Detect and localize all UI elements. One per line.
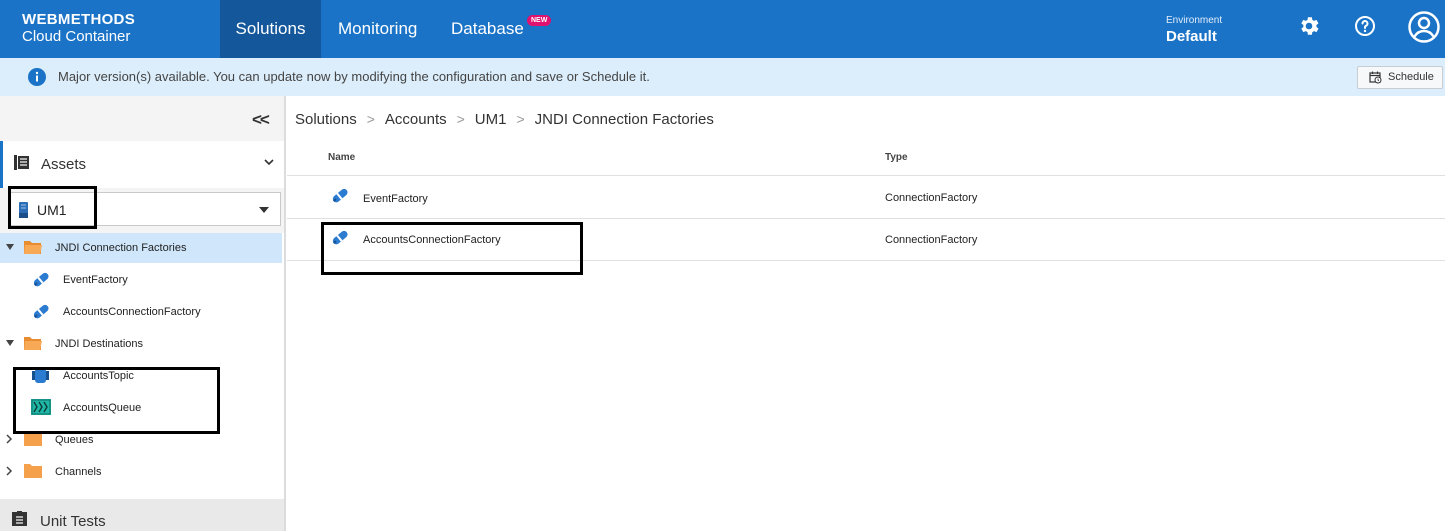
connection-factory-icon bbox=[332, 188, 348, 203]
dropdown-caret-icon bbox=[259, 207, 269, 213]
breadcrumb-separator: > bbox=[366, 111, 375, 127]
tab-monitoring[interactable]: Monitoring bbox=[338, 0, 417, 58]
info-message: Major version(s) available. You can upda… bbox=[58, 69, 650, 84]
expand-arrow-icon[interactable] bbox=[6, 466, 13, 476]
tree-item-label: Queues bbox=[55, 434, 94, 446]
table-header: Name Type bbox=[287, 143, 1445, 176]
schedule-button[interactable]: Schedule bbox=[1357, 66, 1443, 89]
brand-logo[interactable]: WEBMETHODS Cloud Container bbox=[22, 11, 135, 45]
expand-arrow-icon[interactable] bbox=[6, 434, 13, 444]
asset-tree: JNDI Connection Factories EventFactory A… bbox=[0, 233, 284, 499]
unit-tests-label: Unit Tests bbox=[40, 513, 106, 530]
connection-factory-icon bbox=[33, 272, 49, 287]
highlight-box-accountsconnectionfactory bbox=[321, 222, 583, 275]
user-icon[interactable] bbox=[1407, 10, 1441, 44]
tree-item-jndi-connection-factories[interactable]: JNDI Connection Factories bbox=[0, 233, 282, 263]
row-type: ConnectionFactory bbox=[885, 192, 978, 204]
highlight-box-destinations bbox=[13, 367, 220, 434]
breadcrumb-separator: > bbox=[516, 111, 525, 127]
expand-arrow-icon[interactable] bbox=[6, 243, 15, 251]
assets-label: Assets bbox=[41, 156, 87, 173]
tree-item-accountsconnectionfactory[interactable]: AccountsConnectionFactory bbox=[0, 297, 282, 327]
tree-item-label: AccountsConnectionFactory bbox=[63, 306, 201, 318]
breadcrumb-item-um1[interactable]: UM1 bbox=[475, 111, 507, 128]
breadcrumb-item-accounts[interactable]: Accounts bbox=[385, 111, 447, 128]
tree-item-label: Channels bbox=[55, 466, 102, 478]
schedule-label: Schedule bbox=[1388, 71, 1434, 83]
help-icon[interactable] bbox=[1353, 14, 1379, 40]
row-type: ConnectionFactory bbox=[885, 234, 978, 246]
brand-subtitle: Cloud Container bbox=[22, 28, 131, 45]
environment-label: Environment bbox=[1166, 15, 1223, 26]
connection-factory-icon bbox=[33, 304, 49, 319]
calendar-clock-icon bbox=[1369, 71, 1382, 84]
column-header-type[interactable]: Type bbox=[885, 152, 908, 163]
table-row[interactable]: EventFactory ConnectionFactory bbox=[287, 177, 1445, 219]
breadcrumb-item-solutions[interactable]: Solutions bbox=[295, 111, 357, 128]
tree-item-label: EventFactory bbox=[63, 274, 128, 286]
breadcrumb: Solutions > Accounts > UM1 > JNDI Connection F… bbox=[295, 111, 714, 128]
brand-name: WEBMETHODS bbox=[22, 11, 135, 28]
tree-item-eventfactory[interactable]: EventFactory bbox=[0, 265, 282, 295]
assets-icon bbox=[14, 155, 29, 170]
environment-value: Default bbox=[1166, 28, 1217, 45]
info-icon bbox=[28, 68, 46, 86]
breadcrumb-separator: > bbox=[456, 111, 465, 127]
highlight-box-um1 bbox=[8, 186, 97, 229]
collapse-sidebar-button[interactable]: << bbox=[252, 110, 270, 130]
new-badge: NEW bbox=[527, 15, 552, 26]
asset-sidebar: << Assets UM1 JNDI Connection Factories … bbox=[0, 96, 286, 531]
folder-icon bbox=[24, 464, 42, 478]
chevron-down-icon bbox=[264, 159, 274, 166]
assets-section-header[interactable]: Assets bbox=[0, 141, 284, 188]
tree-item-jndi-destinations[interactable]: JNDI Destinations bbox=[0, 329, 282, 359]
tree-item-label: JNDI Connection Factories bbox=[55, 242, 187, 254]
tree-item-label: JNDI Destinations bbox=[55, 338, 144, 350]
unit-tests-icon bbox=[12, 511, 27, 526]
folder-open-icon bbox=[24, 337, 42, 350]
expand-arrow-icon[interactable] bbox=[6, 339, 15, 347]
tab-database[interactable]: Database bbox=[451, 0, 524, 58]
gear-icon[interactable] bbox=[1297, 14, 1323, 40]
breadcrumb-item-current: JNDI Connection Factories bbox=[534, 111, 714, 128]
tree-item-channels[interactable]: Channels bbox=[0, 457, 282, 487]
environment-selector[interactable]: Environment Default bbox=[1166, 13, 1222, 45]
update-info-bar: Major version(s) available. You can upda… bbox=[0, 58, 1445, 96]
folder-open-icon bbox=[24, 241, 42, 254]
column-header-name[interactable]: Name bbox=[328, 152, 355, 163]
row-name[interactable]: EventFactory bbox=[363, 193, 428, 205]
top-navigation-bar: WEBMETHODS Cloud Container Solutions Mon… bbox=[0, 0, 1445, 58]
tab-solutions[interactable]: Solutions bbox=[220, 0, 321, 58]
unit-tests-section-header[interactable]: Unit Tests bbox=[0, 499, 284, 531]
